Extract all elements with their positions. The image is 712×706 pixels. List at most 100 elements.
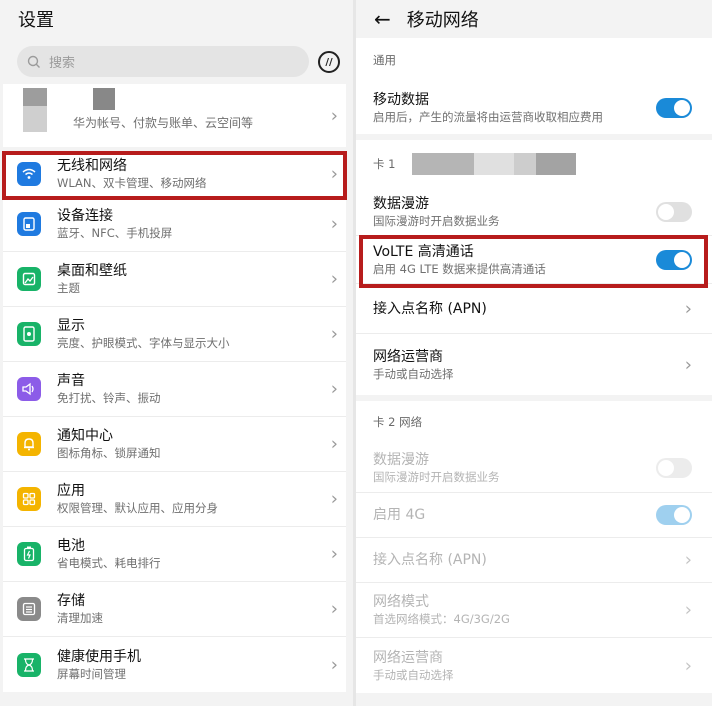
item-title: 设备连接	[57, 208, 113, 224]
chevron-right-icon: ›	[684, 655, 692, 676]
settings-list: 无线和网络 WLAN、双卡管理、移动网络 › 设备连接 蓝牙、NFC、手机投屏 › …	[3, 152, 346, 692]
account-sub: 华为帐号、付款与账单、云空间等	[73, 116, 254, 130]
chevron-right-icon: ›	[684, 354, 692, 375]
card2-carrier-row[interactable]: 网络运营商 手动或自动选择 ›	[356, 638, 712, 693]
chevron-right-icon: ›	[330, 323, 338, 345]
settings-item-device-connect[interactable]: 设备连接蓝牙、NFC、手机投屏 ›	[3, 197, 346, 252]
item-sub: 省电模式、耗电排行	[57, 556, 161, 570]
data-roaming-toggle[interactable]	[656, 201, 692, 222]
chevron-right-icon: ›	[330, 488, 338, 510]
item-sub: 免打扰、铃声、振动	[57, 391, 161, 405]
carrier-redaction	[474, 153, 514, 175]
row-title: 网络运营商	[373, 348, 443, 365]
settings-item-storage[interactable]: 存储清理加速 ›	[3, 582, 346, 637]
mobile-network-panel: ← 移动网络 通用 移动数据 启用后，产生的流量将由运营商收取相应费用 卡 1 …	[356, 0, 712, 706]
chevron-right-icon: ›	[330, 654, 338, 675]
row-title: 网络运营商	[373, 649, 443, 666]
chevron-right-icon: ›	[330, 213, 338, 235]
settings-item-apps[interactable]: 应用权限管理、默认应用、应用分身 ›	[3, 472, 346, 527]
section-header-general: 通用	[373, 53, 396, 67]
row-title: 接入点名称 (APN)	[373, 552, 487, 568]
carrier-redaction	[536, 153, 576, 175]
item-sub: 清理加速	[57, 611, 103, 625]
row-sub: 首选网络模式：4G/3G/2G	[373, 612, 510, 626]
row-title: 网络模式	[373, 594, 429, 610]
chevron-right-icon: ›	[330, 105, 338, 126]
back-arrow-icon[interactable]: ←	[374, 7, 391, 31]
settings-item-digital-balance[interactable]: 健康使用手机 屏幕时间管理 ›	[3, 637, 346, 692]
row-title: 接入点名称 (APN)	[373, 300, 487, 317]
chevron-right-icon: ›	[684, 549, 692, 571]
item-title: 声音	[57, 373, 85, 389]
item-sub: 屏幕时间管理	[57, 666, 126, 681]
item-sub: 主题	[57, 281, 80, 295]
wallpaper-icon	[17, 267, 41, 291]
search-input[interactable]: 搜索	[17, 46, 309, 77]
enable-4g-row[interactable]: 启用 4G	[356, 493, 712, 538]
item-title: 健康使用手机	[57, 648, 141, 665]
network-mode-row[interactable]: 网络模式 首选网络模式：4G/3G/2G ›	[356, 583, 712, 638]
enable-4g-toggle[interactable]	[656, 505, 692, 525]
carrier-redaction	[412, 153, 474, 175]
item-sub: 蓝牙、NFC、手机投屏	[57, 226, 173, 240]
card1-label: 卡 1	[373, 157, 396, 171]
settings-item-display[interactable]: 显示亮度、护眼模式、字体与显示大小 ›	[3, 307, 346, 362]
page-title: 移动网络	[406, 10, 479, 31]
account-row[interactable]: 华为帐号、付款与账单、云空间等 ›	[3, 84, 346, 147]
battery-icon	[17, 542, 41, 566]
account-redaction	[93, 88, 115, 110]
carrier-row[interactable]: 网络运营商 手动或自动选择 ›	[356, 334, 712, 395]
hourglass-icon	[17, 652, 41, 677]
item-title: 显示	[57, 318, 85, 334]
card2-roaming-row[interactable]: 数据漫游 国际漫游时开启数据业务	[356, 443, 712, 493]
item-title: 存储	[57, 593, 85, 609]
device-connect-icon	[17, 212, 41, 236]
chevron-right-icon: ›	[684, 599, 692, 621]
card1-header: 卡 1	[356, 140, 712, 188]
chevron-right-icon: ›	[684, 298, 692, 319]
chevron-right-icon: ›	[330, 378, 338, 400]
item-sub: 亮度、护眼模式、字体与显示大小	[57, 336, 230, 350]
card2-header: 卡 2 网络	[373, 415, 423, 429]
highlight-box	[359, 235, 708, 288]
mobile-data-row[interactable]: 移动数据 启用后，产生的流量将由运营商收取相应费用	[356, 82, 712, 134]
item-sub: 权限管理、默认应用、应用分身	[57, 501, 218, 515]
settings-panel: 设置 搜索 // 华为帐号、付款与账单、云空间等 › 无线和网络 WLAN、双卡管…	[0, 0, 353, 706]
data-roaming-row[interactable]: 数据漫游 国际漫游时开启数据业务	[356, 188, 712, 236]
header: ← 移动网络	[356, 0, 712, 38]
avatar	[23, 88, 47, 106]
item-sub: 图标角标、锁屏通知	[57, 446, 161, 460]
settings-item-battery[interactable]: 电池省电模式、耗电排行 ›	[3, 527, 346, 582]
search-placeholder: 搜索	[49, 56, 76, 71]
item-title: 应用	[57, 483, 85, 499]
carrier-redaction	[514, 153, 536, 175]
apps-icon	[17, 487, 41, 511]
mobile-data-toggle[interactable]	[656, 98, 692, 118]
general-section: 通用 移动数据 启用后，产生的流量将由运营商收取相应费用	[356, 38, 712, 134]
item-title: 电池	[57, 538, 85, 554]
avatar-lower	[23, 106, 47, 132]
card2-apn-row[interactable]: 接入点名称 (APN) ›	[356, 538, 712, 583]
settings-item-wallpaper[interactable]: 桌面和壁纸主题 ›	[3, 252, 346, 307]
chevron-right-icon: ›	[330, 433, 338, 455]
storage-icon	[17, 597, 41, 621]
row-sub: 手动或自动选择	[373, 667, 454, 682]
search-icon	[27, 55, 40, 68]
chevron-right-icon: ›	[330, 598, 338, 620]
sound-icon	[17, 377, 41, 401]
chevron-right-icon: ›	[330, 543, 338, 565]
card2-section: 卡 2 网络 数据漫游 国际漫游时开启数据业务 启用 4G 接入点名称 (APN…	[356, 401, 712, 693]
page-title: 设置	[18, 10, 54, 31]
item-title: 通知中心	[57, 428, 113, 444]
row-sub: 手动或自动选择	[373, 366, 454, 381]
settings-item-notifications[interactable]: 通知中心图标角标、锁屏通知 ›	[3, 417, 346, 472]
item-title: 桌面和壁纸	[57, 263, 127, 279]
bell-icon	[17, 432, 41, 456]
apn-row[interactable]: 接入点名称 (APN) ›	[356, 284, 712, 334]
huawei-assistant-icon[interactable]: //	[318, 51, 340, 73]
card2-roaming-toggle[interactable]	[656, 457, 692, 478]
settings-item-sound[interactable]: 声音免打扰、铃声、振动 ›	[3, 362, 346, 417]
highlight-box	[2, 151, 347, 200]
chevron-right-icon: ›	[330, 268, 338, 290]
display-icon	[17, 322, 41, 346]
